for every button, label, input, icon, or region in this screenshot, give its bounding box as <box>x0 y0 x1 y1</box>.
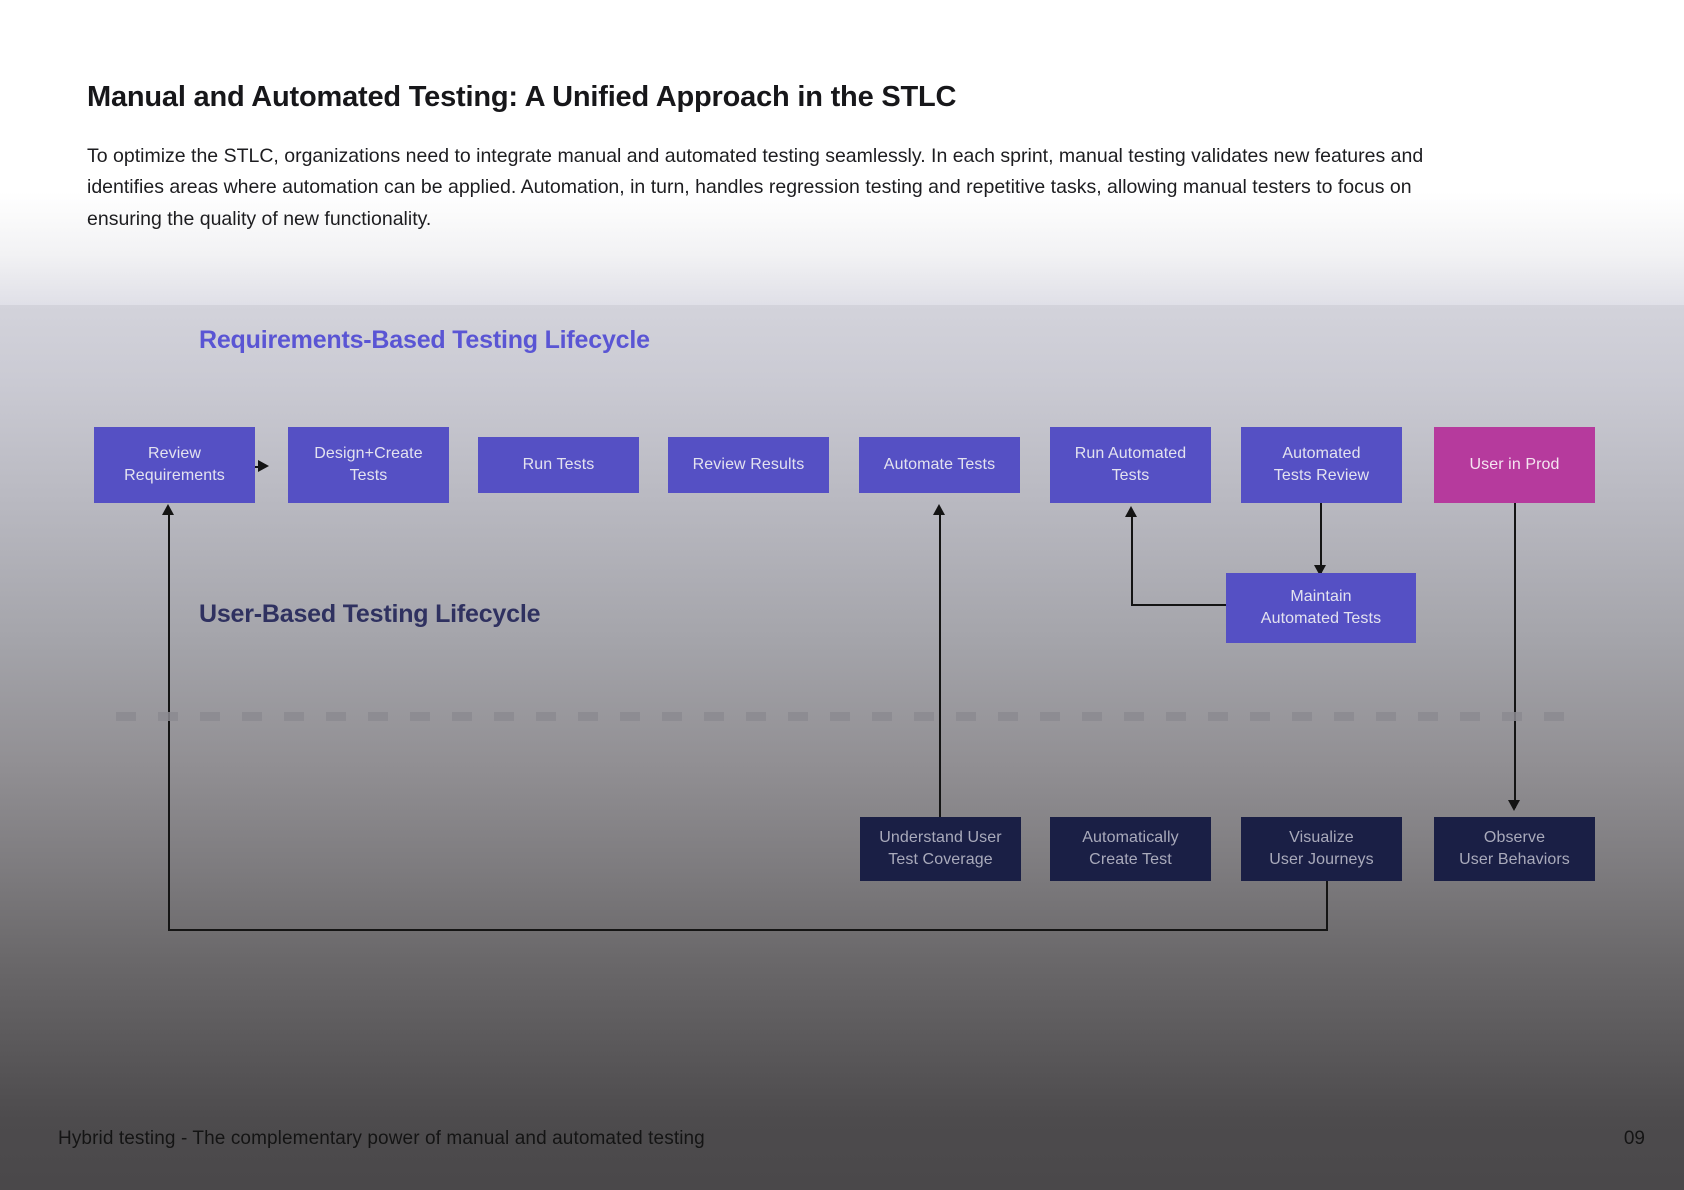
arrowhead-maintain-to-run-automated <box>1125 506 1137 517</box>
connector-automated-review-to-maintain <box>1320 503 1322 573</box>
arrowhead-review-to-design <box>258 460 269 472</box>
node-label: Automatically Create Test <box>1082 829 1179 868</box>
section-label-user-lifecycle: User-Based Testing Lifecycle <box>199 600 541 628</box>
arrowhead-return-to-review-requirements <box>162 504 174 515</box>
node-review-results[interactable]: Review Results <box>668 437 829 493</box>
arrowhead-prod-to-observe <box>1508 800 1520 811</box>
node-design-create-tests[interactable]: Design+Create Tests <box>288 427 449 503</box>
node-run-tests[interactable]: Run Tests <box>478 437 639 493</box>
node-observe-user-behaviors[interactable]: Observe User Behaviors <box>1434 817 1595 881</box>
node-label: Review Requirements <box>124 445 225 484</box>
node-maintain-automated-tests[interactable]: Maintain Automated Tests <box>1226 573 1416 643</box>
connector-maintain-to-run-automated-h <box>1131 604 1226 606</box>
node-label: Understand User Test Coverage <box>879 829 1002 868</box>
connector-maintain-to-run-automated-v <box>1131 516 1133 606</box>
node-label: Observe User Behaviors <box>1459 829 1570 868</box>
node-label: Run Automated Tests <box>1074 445 1187 484</box>
node-label: User in Prod <box>1469 456 1560 474</box>
node-label: Automate Tests <box>883 456 996 474</box>
node-automatically-create-test[interactable]: Automatically Create Test <box>1050 817 1211 881</box>
node-review-requirements[interactable]: Review Requirements <box>94 427 255 503</box>
section-label-requirements-lifecycle: Requirements-Based Testing Lifecycle <box>199 326 650 354</box>
node-visualize-user-journeys[interactable]: Visualize User Journeys <box>1241 817 1402 881</box>
node-label: Maintain Automated Tests <box>1260 588 1382 627</box>
connector-visualize-return-v-right <box>1326 880 1328 930</box>
connector-understand-coverage-to-automate <box>939 514 941 817</box>
node-label: Run Tests <box>522 456 595 474</box>
node-label: Visualize User Journeys <box>1269 829 1374 868</box>
node-automate-tests[interactable]: Automate Tests <box>859 437 1020 493</box>
lifecycle-divider <box>116 712 1578 721</box>
footer-page-number: 09 <box>1623 1128 1645 1149</box>
connector-visualize-return-h <box>168 929 1328 931</box>
footer-caption: Hybrid testing - The complementary power… <box>58 1128 705 1149</box>
node-label: Design+Create Tests <box>314 445 423 484</box>
node-automated-tests-review[interactable]: Automated Tests Review <box>1241 427 1402 503</box>
testing-lifecycle-diagram: Requirements-Based Testing Lifecycle Use… <box>0 0 1684 1190</box>
node-label: Automated Tests Review <box>1273 445 1370 484</box>
arrowhead-understand-coverage-to-automate <box>933 504 945 515</box>
connector-prod-to-observe <box>1514 503 1516 808</box>
slide-root: Manual and Automated Testing: A Unified … <box>0 0 1684 1190</box>
node-user-in-prod[interactable]: User in Prod <box>1434 427 1595 503</box>
node-run-automated-tests[interactable]: Run Automated Tests <box>1050 427 1211 503</box>
node-understand-user-test-coverage[interactable]: Understand User Test Coverage <box>860 817 1021 881</box>
node-label: Review Results <box>692 456 805 474</box>
connector-visualize-return-v-left <box>168 514 170 931</box>
